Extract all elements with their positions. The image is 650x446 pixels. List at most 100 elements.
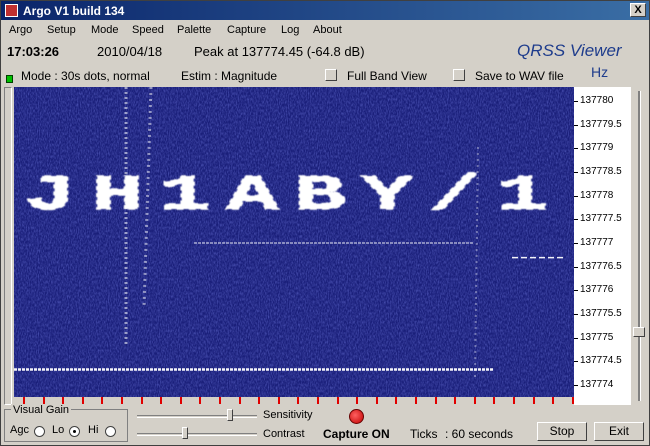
axis-tick xyxy=(574,172,578,173)
time-tick xyxy=(356,397,358,404)
peak-readout: Peak at 137774.45 (-64.8 dB) xyxy=(194,44,365,59)
close-button[interactable]: X xyxy=(630,3,646,17)
time-tick xyxy=(415,397,417,404)
capture-status: Capture ON xyxy=(323,427,390,441)
axis-label: 137780 xyxy=(580,95,614,106)
clock-time: 17:03:26 xyxy=(7,44,60,59)
save-wav-checkbox[interactable] xyxy=(453,69,465,81)
hi-label: Hi xyxy=(88,424,99,436)
sensitivity-label: Sensitivity xyxy=(263,409,313,421)
spectrogram[interactable]: JH1ABY/1 xyxy=(14,87,574,397)
time-tick xyxy=(493,397,495,404)
axis-tick xyxy=(574,124,578,126)
axis-tick xyxy=(574,148,578,150)
time-tick xyxy=(82,397,84,404)
time-tick xyxy=(278,397,280,404)
contrast-label: Contrast xyxy=(263,428,305,440)
menu-capture[interactable]: Capture xyxy=(227,24,266,36)
time-tick xyxy=(101,397,103,404)
axis-tick xyxy=(574,195,578,197)
time-tick xyxy=(454,397,456,404)
time-tick xyxy=(297,397,299,404)
lo-label: Lo xyxy=(52,424,65,436)
sensitivity-thumb[interactable] xyxy=(227,409,233,421)
axis-label: 137775 xyxy=(580,331,614,343)
agc-label: Agc xyxy=(10,424,29,436)
time-tick xyxy=(62,397,64,404)
exit-button[interactable]: Exit xyxy=(594,422,644,441)
axis-label: 137777.5 xyxy=(580,213,622,225)
full-band-checkbox[interactable] xyxy=(325,69,337,81)
time-tick xyxy=(337,397,339,404)
lo-radio[interactable] xyxy=(69,426,80,437)
contrast-slider[interactable] xyxy=(137,433,257,436)
stop-button[interactable]: Stop xyxy=(537,422,587,441)
visual-gain-group: Visual Gain Agc Lo Hi xyxy=(4,404,128,442)
axis-label: 137775.5 xyxy=(580,308,622,319)
app-icon xyxy=(5,4,18,17)
axis-label: 137774.5 xyxy=(580,355,622,367)
window-title: Argo V1 build 134 xyxy=(23,4,125,18)
visual-gain-label: Visual Gain xyxy=(11,404,72,416)
date-display: 2010/04/18 xyxy=(97,44,163,59)
axis-tick xyxy=(574,314,578,315)
axis-tick xyxy=(574,385,578,386)
menu-setup[interactable]: Setup xyxy=(47,24,76,36)
time-tick xyxy=(317,397,319,404)
menu-palette[interactable]: Palette xyxy=(177,24,211,36)
axis-label: 137777 xyxy=(580,237,614,248)
time-tick xyxy=(160,397,162,404)
time-tick xyxy=(219,397,221,404)
menu-argo[interactable]: Argo xyxy=(9,24,32,36)
scrollbar-track xyxy=(638,91,641,401)
sensitivity-slider[interactable] xyxy=(137,415,257,418)
axis-label: 137778.5 xyxy=(580,166,622,177)
ticks-value: : 60 seconds xyxy=(445,427,514,441)
axis-label: 137779.5 xyxy=(580,118,622,130)
time-tick xyxy=(552,397,554,404)
contrast-thumb[interactable] xyxy=(182,427,188,439)
menu-bar: Argo Setup Mode Speed Palette Capture Lo… xyxy=(1,21,649,40)
main-window: Argo V1 build 134 X Argo Setup Mode Spee… xyxy=(0,0,650,446)
axis-label: 137776 xyxy=(580,284,614,296)
axis-tick xyxy=(574,290,578,292)
axis-label: 137776.5 xyxy=(580,260,622,272)
axis-tick xyxy=(574,266,578,268)
spectrogram-canvas: JH1ABY/1 xyxy=(14,87,574,397)
hi-radio[interactable] xyxy=(105,426,116,437)
control-panel: Visual Gain Agc Lo Hi Sensitivity Contra… xyxy=(1,404,649,445)
time-tick xyxy=(435,397,437,404)
signal-level-bar xyxy=(4,75,13,405)
axis-tick xyxy=(574,361,578,363)
brand-label: QRSS Viewer xyxy=(517,41,622,60)
axis-label: 137774 xyxy=(580,379,614,390)
axis-label: 137778 xyxy=(580,189,614,201)
axis-tick xyxy=(574,337,578,339)
menu-speed[interactable]: Speed xyxy=(132,24,164,36)
full-band-label: Full Band View xyxy=(347,69,427,83)
time-tick xyxy=(141,397,143,404)
estim-status: Estim : Magnitude xyxy=(181,69,278,83)
callsign-signal: JH1ABY/1 xyxy=(24,168,564,225)
ticks-label: Ticks xyxy=(410,427,438,441)
status-bar: Mode : 30s dots, normal Estim : Magnitud… xyxy=(1,65,649,85)
title-bar: Argo V1 build 134 X xyxy=(1,1,649,20)
menu-about[interactable]: About xyxy=(313,24,342,36)
axis-tick xyxy=(574,219,578,221)
menu-log[interactable]: Log xyxy=(281,24,299,36)
time-tick xyxy=(474,397,476,404)
noise-texture xyxy=(14,87,574,397)
axis-tick xyxy=(574,243,578,244)
menu-mode[interactable]: Mode xyxy=(91,24,119,36)
frequency-scrollbar[interactable] xyxy=(632,87,646,405)
time-tick xyxy=(121,397,123,404)
axis-tick xyxy=(574,101,578,102)
mode-status: Mode : 30s dots, normal xyxy=(21,69,150,83)
scrollbar-thumb[interactable] xyxy=(633,327,645,337)
time-tick xyxy=(533,397,535,404)
time-tick xyxy=(258,397,260,404)
time-tick xyxy=(23,397,25,404)
agc-radio[interactable] xyxy=(34,426,45,437)
capture-led-icon xyxy=(349,409,364,424)
time-tick xyxy=(513,397,515,404)
